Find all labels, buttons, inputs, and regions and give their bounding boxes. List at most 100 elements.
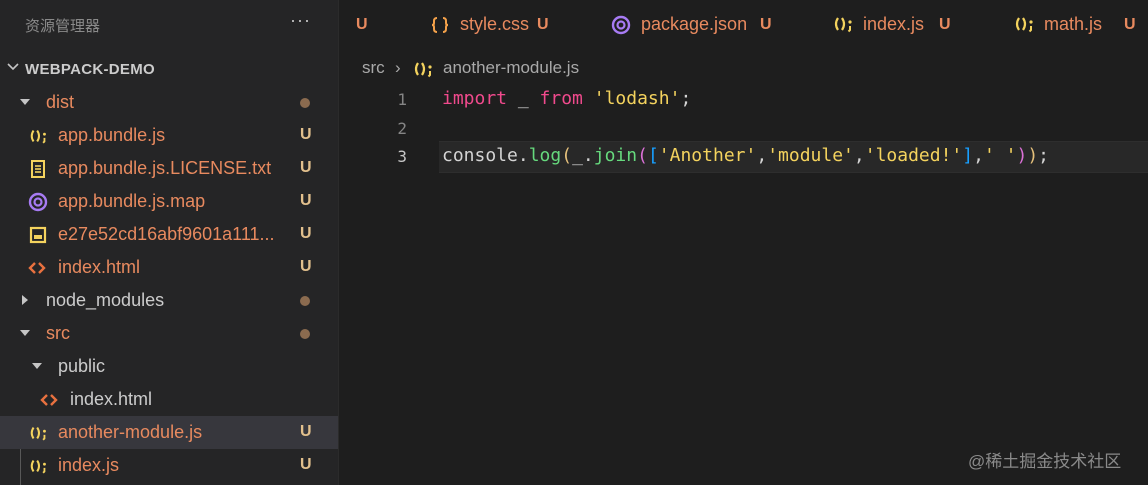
folder-collapsed-icon bbox=[22, 295, 28, 305]
tree-item-label: src bbox=[46, 323, 70, 343]
html-file-icon bbox=[27, 258, 47, 278]
explorer-sidebar: 资源管理器 ··· WEBPACK-DEMO dist app.bundle.j… bbox=[0, 0, 339, 485]
tree-item-label: app.bundle.js.LICENSE.txt bbox=[58, 158, 272, 178]
tab-label: package.json bbox=[641, 14, 748, 34]
code-token: ; bbox=[1038, 145, 1050, 166]
string-token: 'Another' bbox=[658, 145, 757, 166]
folder-expanded-icon bbox=[20, 330, 30, 336]
string-token: ' ' bbox=[983, 145, 1017, 166]
tree-folder-dist[interactable]: dist bbox=[0, 86, 338, 119]
keyword-token: import bbox=[442, 88, 508, 109]
untracked-badge: U bbox=[300, 225, 312, 242]
tab-math-js[interactable]: math.js U bbox=[1014, 0, 1148, 52]
tree-file-index-js[interactable]: index.js U bbox=[0, 449, 338, 482]
tree-item-label: public bbox=[58, 356, 106, 376]
function-token: join bbox=[593, 145, 638, 166]
breadcrumb-folder[interactable]: src bbox=[362, 58, 385, 78]
image-file-icon bbox=[28, 225, 48, 245]
breadcrumb-file[interactable]: another-module.js bbox=[443, 58, 579, 78]
tree-folder-src[interactable]: src bbox=[0, 317, 338, 350]
code-token: _ bbox=[572, 145, 583, 166]
folder-expanded-icon bbox=[32, 363, 42, 369]
folder-expanded-icon bbox=[20, 99, 30, 105]
code-token: , bbox=[973, 145, 984, 166]
modified-dot-icon bbox=[300, 296, 310, 306]
project-header[interactable]: WEBPACK-DEMO bbox=[0, 55, 338, 83]
bracket-token: ( bbox=[561, 145, 573, 166]
untracked-badge: U bbox=[300, 456, 312, 473]
code-token: . bbox=[517, 145, 529, 166]
untracked-badge: U bbox=[300, 159, 312, 176]
tab-index-js[interactable]: index.js U bbox=[833, 0, 983, 52]
js-icon bbox=[833, 15, 855, 38]
tree-file-image[interactable]: e27e52cd16abf9601a111... U bbox=[0, 218, 338, 251]
line-number: 2 bbox=[397, 119, 407, 138]
modified-dot-icon bbox=[300, 98, 310, 108]
tree-item-label: index.html bbox=[70, 389, 153, 409]
code-editor[interactable]: 1 2 3 import _ from 'lodash'; console.lo… bbox=[339, 84, 1148, 485]
keyword-token: from bbox=[539, 88, 583, 109]
code-token: . bbox=[582, 145, 594, 166]
explorer-header: 资源管理器 ··· bbox=[0, 0, 338, 52]
tab-partial[interactable]: U bbox=[339, 0, 409, 52]
string-token: 'module' bbox=[767, 145, 854, 166]
tab-style-css[interactable]: style.css U bbox=[427, 0, 607, 52]
tree-item-label: dist bbox=[46, 92, 75, 112]
untracked-badge: U bbox=[300, 126, 312, 143]
tree-file-another-module-js[interactable]: another-module.js U bbox=[0, 416, 338, 449]
project-name: WEBPACK-DEMO bbox=[25, 61, 155, 78]
modified-dot-icon bbox=[300, 329, 310, 339]
untracked-badge: U bbox=[300, 258, 312, 275]
untracked-badge: U bbox=[300, 192, 312, 209]
code-line-3[interactable]: console.log(_.join(['Another','module','… bbox=[442, 145, 1049, 166]
code-token: , bbox=[853, 145, 865, 166]
string-token: 'loaded!' bbox=[864, 145, 963, 166]
bracket-token: ( bbox=[637, 145, 648, 166]
html-file-icon bbox=[39, 390, 59, 410]
tree-folder-public[interactable]: public bbox=[0, 350, 338, 383]
tree-item-label: another-module.js bbox=[58, 422, 203, 442]
code-token: console bbox=[442, 145, 518, 166]
js-icon bbox=[413, 60, 435, 83]
vscode-window: 资源管理器 ··· WEBPACK-DEMO dist app.bundle.j… bbox=[0, 0, 1148, 485]
line-number: 3 bbox=[397, 147, 407, 166]
json-icon bbox=[611, 15, 631, 40]
tab-package-json[interactable]: package.json U bbox=[609, 0, 809, 52]
tab-badge: U bbox=[939, 16, 951, 33]
watermark: @稀土掘金技术社区 bbox=[968, 452, 1122, 471]
bracket-token: [ bbox=[647, 145, 659, 166]
tree-item-label: node_modules bbox=[46, 290, 165, 310]
code-token: _ bbox=[507, 88, 540, 109]
js-icon bbox=[1014, 15, 1036, 38]
js-file-icon bbox=[29, 423, 49, 443]
tree-item-label: index.html bbox=[58, 257, 141, 277]
text-file-icon bbox=[28, 159, 48, 179]
editor-tab-bar: U style.css U package.json U index.js U bbox=[339, 0, 1148, 52]
tab-badge: U bbox=[1124, 16, 1136, 33]
untracked-badge: U bbox=[300, 423, 312, 440]
line-number: 1 bbox=[397, 90, 407, 109]
js-file-icon bbox=[29, 456, 49, 476]
explorer-title: 资源管理器 bbox=[25, 18, 101, 35]
tree-file-dist-index-html[interactable]: index.html U bbox=[0, 251, 338, 284]
tree-item-label: app.bundle.js.map bbox=[58, 191, 206, 211]
tab-badge: U bbox=[760, 16, 772, 33]
js-file-icon bbox=[29, 126, 49, 146]
function-token: log bbox=[528, 145, 562, 166]
code-line-1[interactable]: import _ from 'lodash'; bbox=[442, 88, 691, 109]
tab-label: style.css bbox=[460, 14, 530, 34]
tree-file-public-index-html[interactable]: index.html bbox=[0, 383, 338, 416]
tree-file-app-bundle-js[interactable]: app.bundle.js U bbox=[0, 119, 338, 152]
string-token: 'lodash' bbox=[593, 88, 681, 109]
bracket-token: ) bbox=[1027, 145, 1039, 166]
bracket-token: ) bbox=[1016, 145, 1028, 166]
tree-folder-node-modules[interactable]: node_modules bbox=[0, 284, 338, 317]
map-file-icon bbox=[28, 192, 48, 212]
more-actions-icon[interactable]: ··· bbox=[290, 10, 311, 31]
tree-item-label: e27e52cd16abf9601a111... bbox=[58, 224, 275, 244]
code-token: ; bbox=[680, 88, 692, 109]
tab-badge: U bbox=[537, 16, 549, 33]
tree-file-bundle-map[interactable]: app.bundle.js.map U bbox=[0, 185, 338, 218]
breadcrumb-separator-icon: › bbox=[395, 58, 401, 77]
tree-file-license-txt[interactable]: app.bundle.js.LICENSE.txt U bbox=[0, 152, 338, 185]
